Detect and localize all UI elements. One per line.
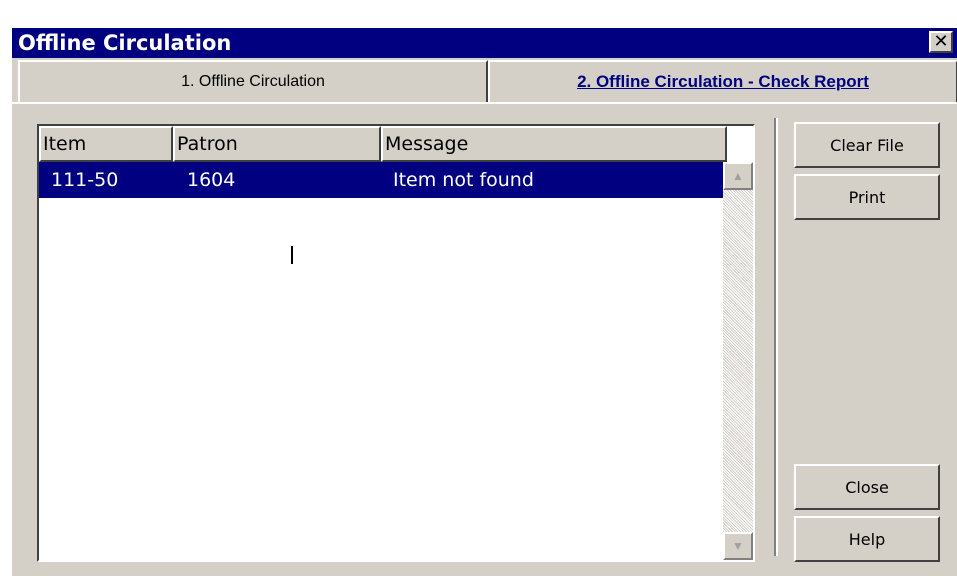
tab-check-report[interactable]: 2. Offline Circulation - Check Report <box>488 60 957 102</box>
print-label: Print <box>848 187 886 207</box>
cell-item: 111-50 <box>51 169 119 191</box>
close-window-button[interactable]: ✕ <box>929 31 953 53</box>
title-bar: Offline Circulation ✕ <box>12 28 957 58</box>
cell-message: Item not found <box>393 169 534 191</box>
help-button[interactable]: Help <box>794 516 940 562</box>
column-headers: Item Patron Message <box>39 126 727 162</box>
help-label: Help <box>848 529 886 549</box>
text-cursor-icon <box>291 246 293 264</box>
cell-patron: 1604 <box>187 169 236 191</box>
window-title: Offline Circulation <box>18 31 232 55</box>
clear-file-label: Clear File <box>830 135 904 155</box>
offline-circulation-window: Offline Circulation ✕ 1. Offline Circula… <box>10 26 957 576</box>
table-row[interactable]: 111-50 1604 Item not found <box>39 162 725 198</box>
clear-file-button[interactable]: Clear File <box>794 122 940 168</box>
close-label: Close <box>845 477 889 497</box>
close-button[interactable]: Close <box>794 464 940 510</box>
tab-offline-circulation[interactable]: 1. Offline Circulation <box>18 60 488 102</box>
arrow-up-icon: ▲ <box>732 169 744 183</box>
print-button[interactable]: Print <box>794 174 940 220</box>
scroll-up-button[interactable]: ▲ <box>723 162 753 190</box>
report-list[interactable]: Item Patron Message 111-50 1604 Item not… <box>37 124 755 562</box>
tab-divider <box>12 102 957 104</box>
vertical-scrollbar[interactable]: ▲ ▼ <box>723 162 753 560</box>
column-header-item[interactable]: Item <box>39 126 173 162</box>
vertical-separator <box>774 118 778 556</box>
column-header-patron[interactable]: Patron <box>173 126 381 162</box>
tab-label: 1. Offline Circulation <box>181 73 325 90</box>
arrow-down-icon: ▼ <box>732 539 744 553</box>
column-header-message[interactable]: Message <box>381 126 727 162</box>
tab-label: 2. Offline Circulation - Check Report <box>577 72 869 91</box>
scroll-down-button[interactable]: ▼ <box>723 532 753 560</box>
close-icon: ✕ <box>933 31 949 52</box>
